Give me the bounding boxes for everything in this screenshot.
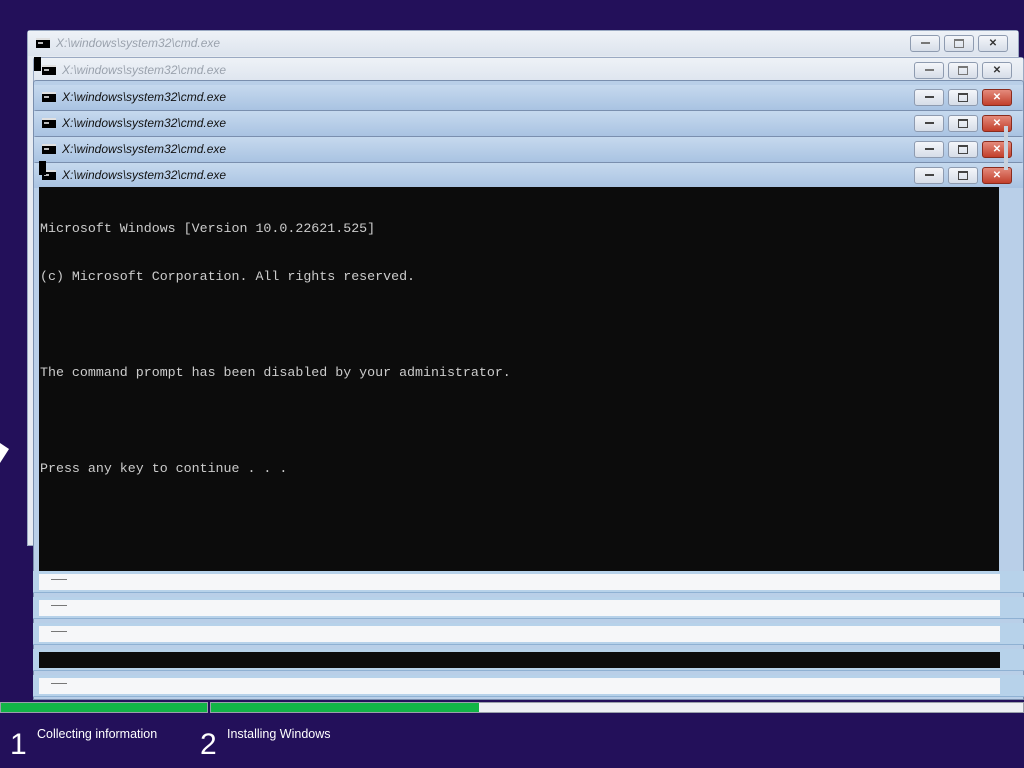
cmd-icon bbox=[42, 92, 56, 102]
window-bottom-strip bbox=[33, 623, 1024, 645]
horizontal-scrollbar[interactable] bbox=[39, 600, 1000, 616]
title-bar[interactable]: X:\windows\system32\cmd.exe ✕ bbox=[34, 85, 1023, 110]
console-strip bbox=[39, 652, 1000, 668]
window-bottom-strip bbox=[33, 675, 1024, 697]
console-output[interactable]: Microsoft Windows [Version 10.0.22621.52… bbox=[39, 187, 999, 572]
horizontal-scrollbar[interactable] bbox=[39, 626, 1000, 642]
close-button[interactable]: ✕ bbox=[978, 35, 1008, 52]
minimize-button[interactable] bbox=[914, 167, 944, 184]
close-button[interactable]: ✕ bbox=[982, 89, 1012, 106]
horizontal-scrollbar[interactable] bbox=[39, 678, 1000, 694]
window-title: X:\windows\system32\cmd.exe bbox=[62, 90, 227, 104]
cmd-icon bbox=[42, 144, 56, 154]
dash-icon bbox=[51, 683, 67, 684]
dash-icon bbox=[51, 631, 67, 632]
title-bar[interactable]: X:\windows\system32\cmd.exe ✕ bbox=[34, 163, 1023, 188]
scrollbar-thumb[interactable] bbox=[1004, 126, 1008, 170]
minimize-button[interactable] bbox=[914, 115, 944, 132]
cursor-block bbox=[39, 161, 46, 175]
step-2-progress-fill bbox=[211, 703, 479, 712]
close-button[interactable]: ✕ bbox=[982, 62, 1012, 79]
dash-icon bbox=[51, 579, 67, 580]
step-1-progress bbox=[0, 702, 208, 713]
maximize-button[interactable] bbox=[948, 167, 978, 184]
cmd-icon bbox=[42, 65, 56, 75]
cmd-icon bbox=[36, 38, 50, 48]
window-title: X:\windows\system32\cmd.exe bbox=[62, 142, 227, 156]
cmd-icon bbox=[42, 118, 56, 128]
cmd-window-6[interactable]: X:\windows\system32\cmd.exe ✕ bbox=[33, 162, 1024, 188]
maximize-button[interactable] bbox=[948, 141, 978, 158]
minimize-button[interactable] bbox=[910, 35, 940, 52]
maximize-button[interactable] bbox=[948, 62, 978, 79]
step-1-progress-fill bbox=[1, 703, 207, 712]
step-1-number: 1 bbox=[10, 728, 27, 761]
window-bottom-strip bbox=[33, 597, 1024, 619]
console-line: Microsoft Windows [Version 10.0.22621.52… bbox=[40, 221, 376, 236]
window-bottom-strip bbox=[33, 649, 1024, 671]
step-2-number: 2 bbox=[200, 728, 217, 761]
step-1-label: Collecting information bbox=[37, 727, 158, 741]
window-title: X:\windows\system32\cmd.exe bbox=[62, 63, 227, 77]
minimize-button[interactable] bbox=[914, 141, 944, 158]
title-bar[interactable]: X:\windows\system32\cmd.exe ✕ bbox=[28, 31, 1018, 56]
title-bar[interactable]: X:\windows\system32\cmd.exe ✕ bbox=[34, 111, 1023, 136]
dash-icon bbox=[51, 605, 67, 606]
window-title: X:\windows\system32\cmd.exe bbox=[56, 36, 221, 50]
step-2-progress bbox=[210, 702, 1024, 713]
console-line: (c) Microsoft Corporation. All rights re… bbox=[40, 269, 416, 284]
minimize-button[interactable] bbox=[914, 89, 944, 106]
step-2-label: Installing Windows bbox=[227, 727, 331, 741]
window-bottom-strip bbox=[33, 571, 1024, 593]
window-title: X:\windows\system32\cmd.exe bbox=[62, 116, 227, 130]
console-line: Press any key to continue . . . bbox=[40, 461, 288, 476]
horizontal-scrollbar[interactable] bbox=[39, 574, 1000, 590]
mouse-pointer-icon bbox=[0, 443, 9, 463]
title-bar[interactable]: X:\windows\system32\cmd.exe ✕ bbox=[34, 137, 1023, 162]
minimize-button[interactable] bbox=[914, 62, 944, 79]
cmd-window-5[interactable]: X:\windows\system32\cmd.exe ✕ bbox=[33, 136, 1024, 162]
cursor-block bbox=[34, 57, 41, 71]
maximize-button[interactable] bbox=[944, 35, 974, 52]
console-line: The command prompt has been disabled by … bbox=[40, 365, 511, 380]
cmd-window-4[interactable]: X:\windows\system32\cmd.exe ✕ bbox=[33, 110, 1024, 136]
window-title: X:\windows\system32\cmd.exe bbox=[62, 168, 227, 182]
maximize-button[interactable] bbox=[948, 115, 978, 132]
maximize-button[interactable] bbox=[948, 89, 978, 106]
